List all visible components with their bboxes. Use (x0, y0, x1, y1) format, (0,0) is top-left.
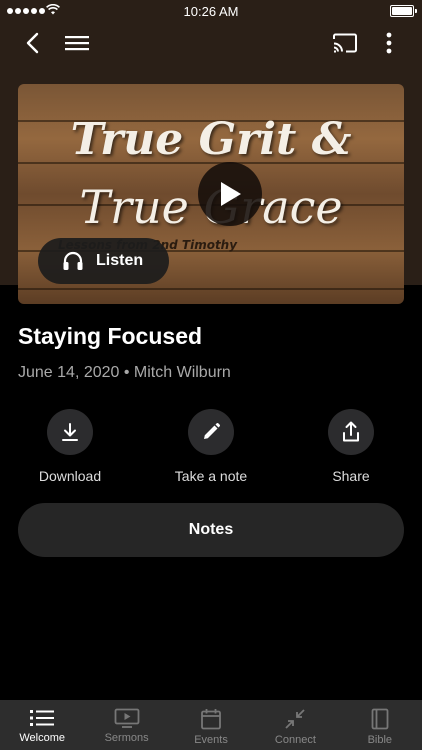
tab-welcome[interactable]: Welcome (0, 700, 84, 750)
take-note-button[interactable]: Take a note (151, 409, 271, 484)
notes-button[interactable]: Notes (18, 503, 404, 557)
play-icon (221, 182, 241, 206)
list-icon (30, 710, 55, 726)
take-note-label: Take a note (174, 468, 248, 484)
share-button[interactable]: Share (291, 409, 411, 484)
calendar-icon (201, 709, 221, 730)
collapse-arrows-icon (285, 709, 306, 729)
tab-label: Welcome (19, 732, 66, 744)
pencil-icon (204, 423, 220, 439)
more-vertical-icon (386, 32, 392, 54)
status-bar: 10:26 AM (0, 0, 422, 22)
tab-label: Events (194, 734, 228, 746)
share-label: Share (332, 468, 370, 484)
share-icon (343, 421, 359, 442)
headphones-icon (63, 251, 83, 270)
download-label: Download (38, 468, 102, 484)
chevron-left-icon (26, 32, 39, 54)
battery-icon (390, 5, 417, 17)
tab-label: Sermons (104, 732, 149, 744)
take-note-circle (188, 409, 234, 455)
tab-label: Bible (367, 734, 393, 746)
sermon-title: Staying Focused (18, 323, 203, 349)
back-button[interactable] (20, 31, 44, 55)
tab-bar: Welcome Sermons Events Connect Bible (0, 700, 422, 750)
tab-bible[interactable]: Bible (338, 700, 422, 750)
tab-connect[interactable]: Connect (253, 700, 337, 750)
play-screen-icon (114, 708, 140, 728)
cast-button[interactable] (330, 30, 360, 56)
more-options-button[interactable] (378, 30, 400, 56)
tab-events[interactable]: Events (169, 700, 253, 750)
hamburger-icon (65, 36, 89, 51)
cast-icon (333, 33, 357, 53)
tab-label: Connect (274, 734, 316, 746)
listen-button[interactable]: Listen (38, 238, 169, 284)
download-button[interactable]: Download (10, 409, 130, 484)
status-time: 10:26 AM (183, 4, 239, 19)
download-circle (47, 409, 93, 455)
sermon-meta: June 14, 2020 • Mitch Wilburn (18, 364, 231, 381)
play-button[interactable] (198, 162, 262, 226)
listen-label: Listen (96, 252, 144, 269)
download-icon (62, 423, 78, 441)
artwork-title-line1: True Grit & (70, 114, 352, 165)
book-icon (371, 708, 389, 730)
share-circle (328, 409, 374, 455)
tab-sermons[interactable]: Sermons (84, 700, 168, 750)
menu-button[interactable] (63, 31, 91, 55)
